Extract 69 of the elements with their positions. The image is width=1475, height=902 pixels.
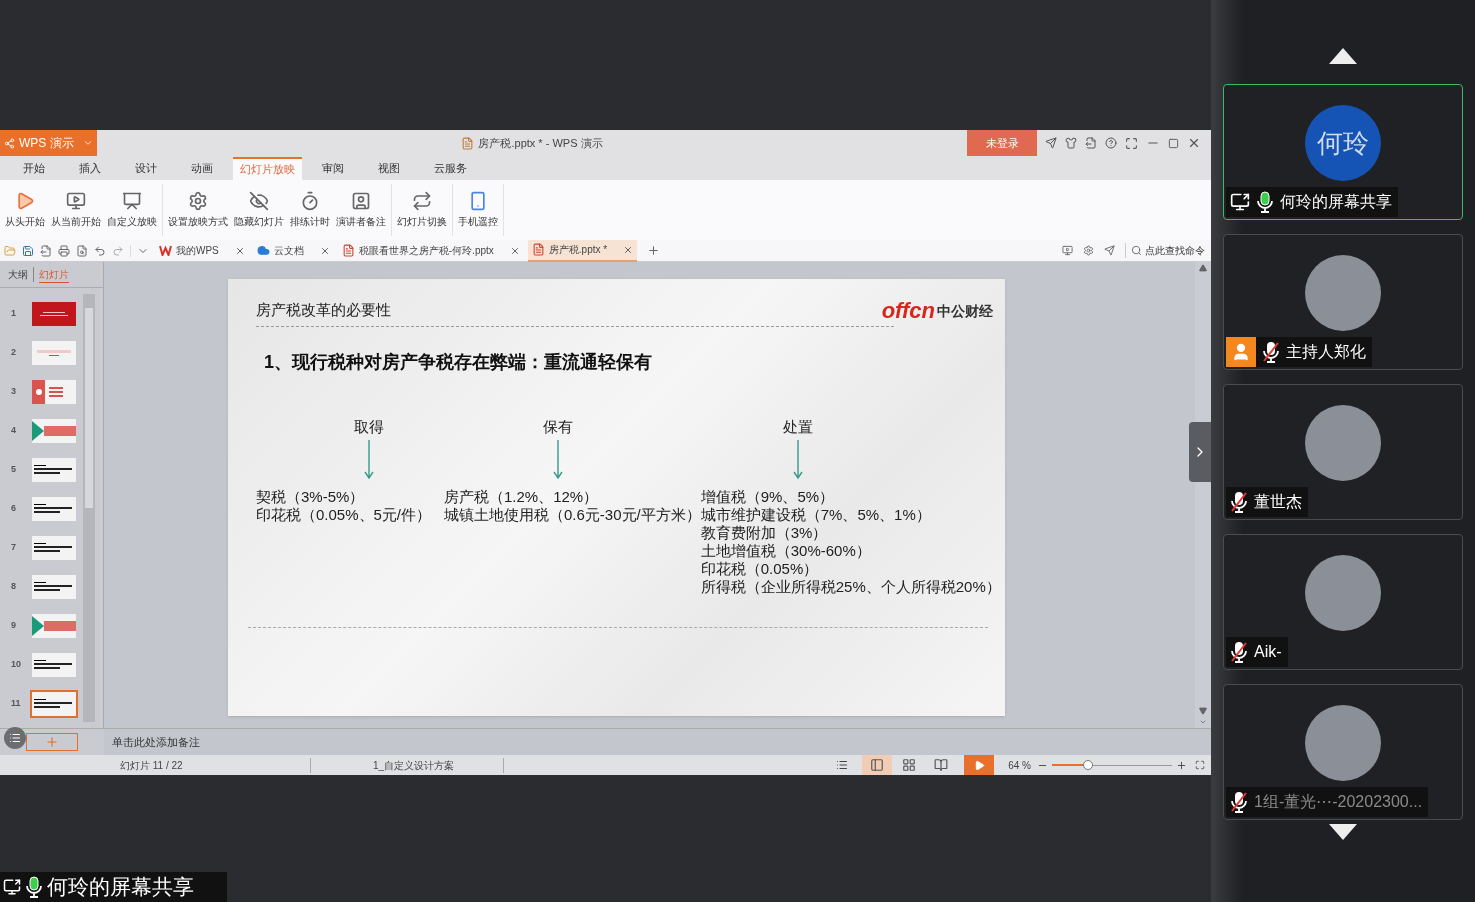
slide-number: 10	[11, 657, 22, 671]
participant-name-tag: Aik-	[1226, 637, 1288, 667]
ribbon-button[interactable]: 自定义放映	[104, 184, 160, 236]
ribbon-button[interactable]: 演讲者备注	[333, 184, 389, 236]
ribbon-button[interactable]: 从头开始	[2, 184, 48, 236]
participant-card[interactable]: 何玲 何玲的屏幕共享	[1223, 84, 1463, 220]
tax-item: 房产税（1.2%、12%）	[444, 488, 600, 506]
tab-label: 云文档	[273, 244, 304, 258]
tab-label: 房产税.pptx *	[548, 243, 608, 257]
slide-count: 幻灯片 11 / 22	[0, 757, 311, 773]
ribbon-button[interactable]: 设置放映方式	[165, 184, 231, 236]
category-label: 保有	[543, 416, 573, 437]
participant-card[interactable]: 主持人郑化	[1223, 234, 1463, 370]
document-tab[interactable]: 房产税.pptx *	[527, 239, 638, 262]
document-tab[interactable]: 我的WPS	[155, 239, 249, 262]
slide-number: 1	[11, 306, 17, 320]
slide-header: 房产税改革的必要性	[256, 300, 391, 320]
sidebar-tab[interactable]: 大纲	[8, 267, 34, 282]
ribbon-button[interactable]: 排练计时	[287, 184, 333, 236]
ribbon-button[interactable]: 隐藏幻灯片	[231, 184, 287, 236]
ribbon-button[interactable]: 从当前开始	[48, 184, 104, 236]
slide-number: 2	[11, 345, 17, 359]
slide-heading: 1、现行税种对房产争税存在弊端：重流通轻保有	[264, 350, 653, 374]
slide-number: 3	[11, 384, 17, 398]
document-tab[interactable]: 税眼看世界之房产税-何玲.pptx	[337, 239, 524, 262]
menu-tab[interactable]: 动画	[180, 157, 224, 180]
tab-label: 税眼看世界之房产税-何玲.pptx	[358, 244, 494, 258]
slide-number: 7	[11, 540, 17, 554]
ribbon-button[interactable]: 手机遥控	[455, 184, 501, 236]
menu-tab[interactable]: 云服务	[423, 157, 478, 180]
slide-number: 8	[11, 579, 17, 593]
slide-number: 5	[11, 462, 17, 476]
slide-number: 9	[11, 618, 17, 632]
tax-item: 所得税（企业所得税25%、个人所得税20%）	[700, 578, 1001, 596]
menu-tab[interactable]: 开始	[12, 157, 56, 180]
menu-tab[interactable]: 设计	[124, 157, 168, 180]
document-tab[interactable]: 云文档	[252, 239, 334, 262]
menu-tab[interactable]: 插入	[68, 157, 112, 180]
company-logo: offcn 中公财经	[881, 299, 993, 322]
participant-name-tag: 主持人郑化	[1226, 337, 1372, 367]
category-label: 处置	[783, 416, 814, 437]
theme-name: 1_自定义设计方案	[311, 757, 504, 773]
participant-name-tag: 1组-董光⋯-20202300...	[1226, 787, 1429, 817]
participant-card[interactable]: 1组-董光⋯-20202300...	[1223, 684, 1463, 820]
window-title: 房产税.pptx * - WPS 演示	[478, 135, 603, 151]
tax-item: 增值税（9%、5%）	[700, 488, 836, 506]
participant-card[interactable]: 董世杰	[1223, 384, 1463, 520]
menu-tab[interactable]: 审阅	[311, 157, 355, 180]
screen-share-label: 何玲的屏幕共享	[0, 872, 227, 902]
participant-card[interactable]: Aik-	[1223, 534, 1463, 670]
zoom-value: 64 %	[1008, 758, 1031, 773]
command-search[interactable]: 点此查找命令	[1125, 243, 1205, 258]
slide-number: 6	[11, 501, 17, 515]
tax-item: 土地增值税（30%-60%）	[700, 542, 872, 560]
tax-item: 城市维护建设税（7%、5%、1%）	[700, 506, 932, 524]
notes-placeholder[interactable]: 单击此处添加备注	[112, 733, 200, 751]
tab-label: 我的WPS	[176, 244, 219, 258]
participant-name-tag: 董世杰	[1226, 487, 1308, 517]
category-label: 取得	[353, 416, 384, 437]
slide-number: 4	[11, 423, 17, 437]
tax-item: 印花税（0.05%）	[700, 560, 820, 578]
menu-tab[interactable]: 视图	[367, 157, 411, 180]
participant-name-tag: 何玲的屏幕共享	[1226, 187, 1398, 217]
tax-item: 教育费附加（3%）	[700, 524, 829, 542]
tax-item: 城镇土地使用税（0.6元-30元/平方米）	[444, 506, 701, 524]
ribbon-button[interactable]: 幻灯片切换	[394, 184, 450, 236]
tax-item: 契税（3%-5%）	[256, 488, 366, 506]
tax-item: 印花税（0.05%、5元/件）	[256, 506, 433, 524]
slide-number: 11	[11, 696, 22, 710]
